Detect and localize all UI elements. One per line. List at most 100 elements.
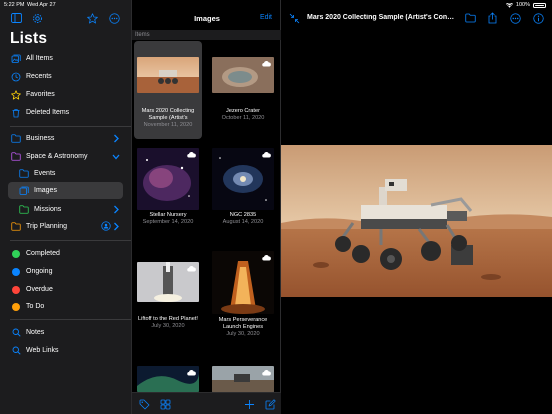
- sidebar-toggle-icon[interactable]: [10, 12, 22, 24]
- cloud-icon: [187, 265, 196, 272]
- sidebar-item-label: Missions: [34, 206, 62, 213]
- list-item[interactable]: Stellar Nursery September 14, 2020: [134, 145, 202, 243]
- chevron-right-icon[interactable]: [112, 134, 120, 143]
- thumbnail-rover-landscape: [212, 366, 274, 392]
- chevron-down-icon[interactable]: [112, 152, 120, 161]
- section-header: Items: [132, 30, 282, 40]
- folder-icon: [19, 169, 29, 179]
- sidebar-item-all-items[interactable]: All Items: [6, 50, 124, 67]
- chevron-right-icon[interactable]: [112, 205, 120, 214]
- item-title: Stellar Nursery: [149, 212, 187, 218]
- sidebar-item-label: Completed: [26, 250, 60, 257]
- list-item[interactable]: [209, 350, 277, 392]
- gallery-icon: [11, 54, 21, 64]
- search-icon: [11, 346, 21, 356]
- more-options-icon[interactable]: [108, 12, 120, 24]
- status-indicators: 100%: [505, 2, 546, 8]
- settings-gear-icon[interactable]: [31, 12, 43, 24]
- battery-percent: 100%: [515, 2, 530, 8]
- tag-icon[interactable]: [138, 398, 150, 410]
- grid-view-icon[interactable]: [159, 398, 171, 410]
- cloud-icon: [187, 369, 196, 376]
- trash-icon: [11, 108, 21, 118]
- sidebar-item-label: Events: [34, 170, 56, 177]
- cloud-icon: [262, 369, 271, 376]
- sidebar-item-label: To Do: [26, 303, 45, 310]
- folder-icon: [19, 205, 29, 215]
- photos-icon: [19, 186, 29, 196]
- sidebar-item-overdue[interactable]: Overdue: [6, 281, 124, 298]
- sidebar-item-label: Recents: [26, 73, 52, 80]
- sidebar-item-label: Trip Planning: [26, 223, 67, 230]
- detail-title: Mars 2020 Collecting Sample (Artist's Co…: [307, 14, 457, 21]
- sidebar-item-business[interactable]: Business: [6, 130, 124, 147]
- sidebar-item-label: Favorites: [26, 91, 55, 98]
- sidebar-item-to-do[interactable]: To Do: [6, 298, 124, 315]
- sidebar-item-events[interactable]: Events: [14, 165, 124, 182]
- sidebar-item-missions[interactable]: Missions: [14, 201, 124, 218]
- status-dot-red: [12, 285, 20, 294]
- status-date: Wed Apr 27: [27, 2, 56, 8]
- sidebar-item-label: Business: [26, 135, 55, 142]
- sidebar-item-web-links[interactable]: Web Links: [6, 342, 124, 359]
- detail-pane: Mars 2020 Collecting Sample (Artist's Co…: [281, 0, 552, 414]
- item-title: NGC 2835: [229, 212, 257, 218]
- sidebar-item-completed[interactable]: Completed: [6, 245, 124, 262]
- list-item[interactable]: Mars 2020 Collecting Sample (Artist's No…: [134, 41, 202, 139]
- item-date: August 14, 2020: [222, 219, 264, 225]
- folder-icon[interactable]: [464, 12, 476, 24]
- star-icon: [11, 89, 21, 100]
- share-icon[interactable]: [486, 12, 498, 24]
- item-date: October 11, 2020: [221, 115, 265, 121]
- wifi-icon: [505, 2, 513, 8]
- chevron-right-icon[interactable]: [112, 222, 120, 231]
- sidebar-item-images[interactable]: Images: [8, 182, 123, 199]
- item-title: Mars 2020 Collecting Sample (Artist's: [141, 108, 195, 121]
- clock-icon: [11, 72, 21, 82]
- info-icon[interactable]: [532, 12, 544, 24]
- search-icon: [11, 328, 21, 338]
- list-item[interactable]: Jezero Crater October 11, 2020: [209, 41, 277, 139]
- status-dot-green: [12, 249, 20, 258]
- compose-icon[interactable]: [264, 398, 276, 410]
- thumbnail-jezero-crater: [212, 57, 274, 93]
- thumbnail-launch-engines: [212, 251, 274, 314]
- sidebar: Lists All Items Recents Favorites Delete…: [0, 0, 131, 414]
- mars-rover-photo: [281, 145, 552, 297]
- list-item[interactable]: Liftoff to the Red Planet! July 30, 2020: [134, 248, 202, 346]
- sidebar-toolbar: [0, 12, 131, 26]
- more-options-icon[interactable]: [509, 12, 521, 24]
- folder-icon: [11, 222, 21, 232]
- collapse-arrows-icon[interactable]: [288, 12, 300, 24]
- thumbnail-liftoff: [137, 262, 199, 302]
- list-bottom-toolbar: [132, 392, 282, 414]
- status-time: 5:22 PM: [4, 2, 25, 8]
- favorites-star-icon[interactable]: [86, 12, 98, 24]
- battery-icon: [533, 2, 546, 8]
- list-item[interactable]: Mars Perseverance Launch Engines July 30…: [209, 248, 277, 346]
- sidebar-item-favorites[interactable]: Favorites: [6, 86, 124, 103]
- cloud-icon: [262, 254, 271, 261]
- item-date: November 11, 2020: [143, 122, 193, 128]
- sidebar-item-deleted-items[interactable]: Deleted Items: [6, 104, 124, 121]
- sidebar-divider: [10, 240, 131, 241]
- list-item[interactable]: NGC 2835 August 14, 2020: [209, 145, 277, 243]
- item-date: July 30, 2020: [226, 331, 260, 337]
- item-title: Mars Perseverance Launch Engines: [218, 317, 268, 330]
- sidebar-item-recents[interactable]: Recents: [6, 68, 124, 85]
- sidebar-item-space-astronomy[interactable]: Space & Astronomy: [6, 148, 124, 165]
- status-dot-blue: [12, 267, 20, 276]
- cloud-icon: [262, 151, 271, 158]
- sidebar-item-trip-planning[interactable]: Trip Planning: [6, 218, 124, 235]
- sidebar-item-label: Overdue: [26, 286, 53, 293]
- sidebar-item-notes[interactable]: Notes: [6, 324, 124, 341]
- edit-button[interactable]: Edit: [260, 14, 272, 21]
- sidebar-item-ongoing[interactable]: Ongoing: [6, 263, 124, 280]
- sidebar-item-label: Deleted Items: [26, 109, 70, 116]
- sidebar-title: Lists: [10, 30, 48, 47]
- list-item[interactable]: [134, 350, 202, 392]
- shared-person-icon: [101, 221, 111, 231]
- add-icon[interactable]: [243, 398, 255, 410]
- cloud-icon: [262, 60, 271, 67]
- image-list-column: Images Edit Items Mars 2020 Collecting S…: [131, 0, 282, 414]
